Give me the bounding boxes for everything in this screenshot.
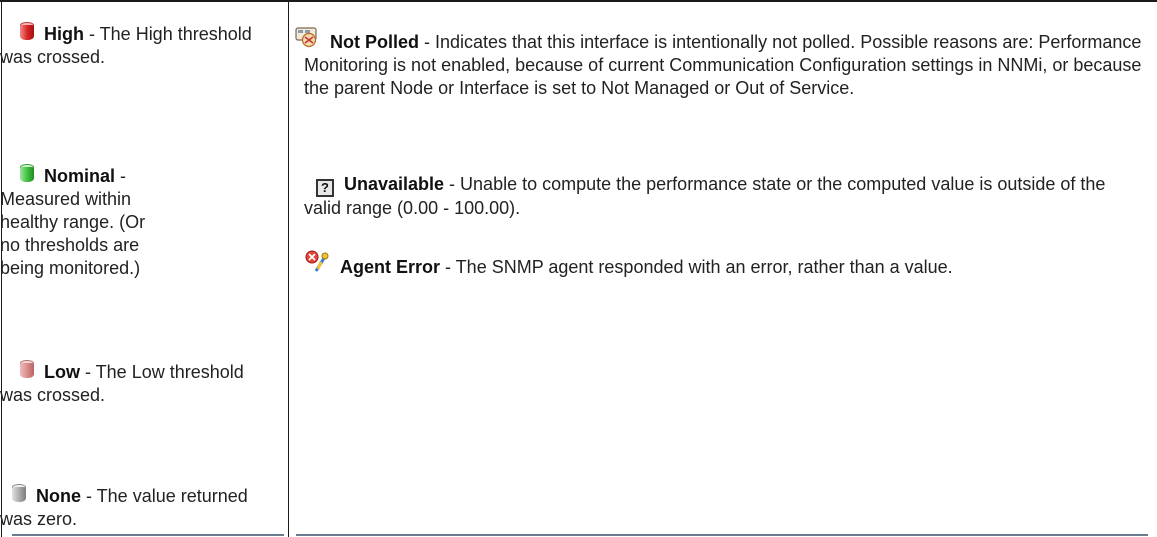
- state-low: Low - The Low threshold was crossed.: [0, 360, 276, 407]
- question-box-icon: ?: [316, 179, 334, 197]
- state-high: High - The High threshold was crossed.: [0, 22, 276, 69]
- table-top-border: [0, 0, 1157, 2]
- status-title: Agent Error: [340, 257, 441, 277]
- not-polled-icon: [294, 26, 320, 54]
- status-title: Not Polled: [330, 32, 419, 52]
- right-cell-bottom-border: [296, 534, 1148, 536]
- state-title: Low: [44, 362, 80, 382]
- green-cylinder-icon: [20, 164, 34, 184]
- legend-table: High - The High threshold was crossed. N…: [0, 0, 1157, 537]
- gray-cylinder-icon: [12, 484, 26, 504]
- pink-cylinder-icon: [20, 360, 34, 380]
- state-nominal: Nominal - Mea­sured within healthy range…: [0, 164, 160, 280]
- status-unavailable: ? Unavailable - Unable to compute the per…: [304, 173, 1144, 220]
- column-divider: [288, 0, 289, 537]
- state-description: - The High threshold was crossed.: [0, 24, 252, 67]
- status-agent-error: Agent Error - The SNMP agent responded w…: [304, 249, 1144, 279]
- agent-error-icon: [304, 249, 330, 279]
- status-title: Unavailable: [344, 174, 445, 194]
- status-description: - The SNMP agent responded with an error…: [440, 257, 953, 277]
- status-description: - Indicates that this interface is inten…: [304, 32, 1142, 98]
- left-cell-bottom-border: [12, 534, 284, 536]
- state-description: - The Low threshold was crossed.: [0, 362, 244, 405]
- state-title: High: [44, 24, 84, 44]
- state-none: None - The value returned was zero.: [0, 484, 276, 531]
- state-title: Nominal: [44, 166, 116, 186]
- status-not-polled: Not Polled - Indicates that this interfa…: [295, 26, 1144, 100]
- red-cylinder-icon: [20, 22, 34, 42]
- state-title: None: [36, 486, 81, 506]
